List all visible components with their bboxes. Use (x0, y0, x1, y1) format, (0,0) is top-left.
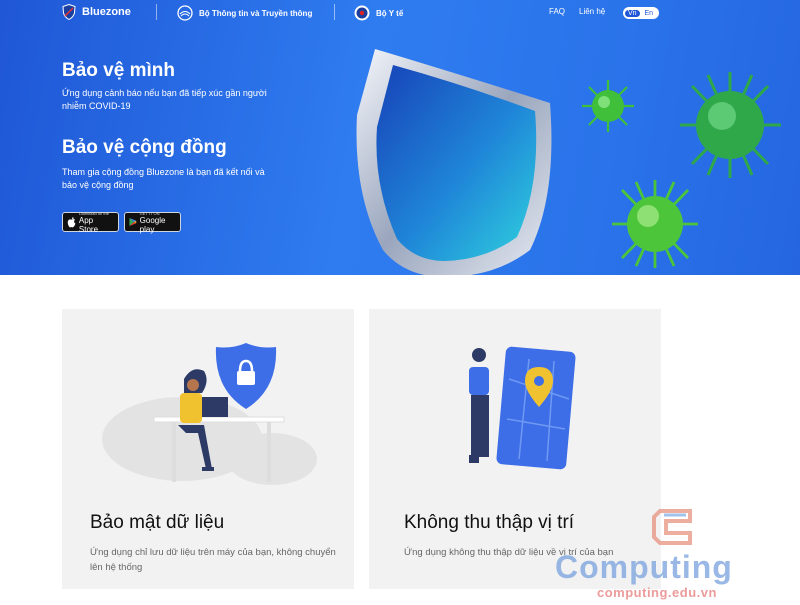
virus-illustration (612, 180, 698, 268)
page: Bluezone Bộ Thông tin và Truyền thông Bộ (0, 0, 800, 605)
data-security-illustration (102, 343, 317, 485)
app-store-small-text: Download on the (78, 210, 109, 216)
feature-title: Bảo mật dữ liệu (90, 512, 225, 533)
google-play-button[interactable]: GET IT ON Google play (124, 211, 181, 234)
brand-name: Bluezone (82, 6, 131, 18)
hero-banner: Bluezone Bộ Thông tin và Truyền thông Bộ (0, 0, 800, 275)
virus-illustration (680, 72, 781, 178)
org-name-ministry-health: Bộ Y tế (376, 8, 404, 18)
app-store-label: App Store (78, 215, 99, 234)
language-toggle[interactable]: Vn En (623, 7, 659, 19)
org-name-ministry-ict: Bộ Thông tin và Truyền thông (199, 8, 313, 18)
bluezone-shield-icon (62, 4, 76, 20)
feature-card-data-security: Bảo mật dữ liệu Ứng dụng chỉ lưu dữ liệu… (62, 309, 354, 589)
watermark-url: computing.edu.vn (597, 585, 717, 600)
org-link-ministry-health[interactable]: Bộ Y tế (354, 5, 403, 21)
org-link-ministry-ict[interactable]: Bộ Thông tin và Truyền thông (177, 5, 312, 21)
hero-desc-protect-self: Ứng dụng cảnh báo nếu bạn đã tiếp xúc gầ… (62, 88, 267, 111)
virus-illustration (582, 80, 634, 132)
watermark-title: Computing (555, 549, 733, 585)
computing-watermark: Computing computing.edu.vn (555, 505, 800, 605)
top-nav: Bluezone Bộ Thông tin và Truyền thông Bộ (0, 0, 800, 26)
app-store-text: Download on the App Store (79, 211, 114, 234)
google-play-text: GET IT ON Google play (140, 211, 176, 234)
no-location-illustration (469, 346, 576, 470)
feature-description: Ứng dụng chỉ lưu dữ liệu trên máy của bạ… (90, 547, 336, 573)
brand-logo-link[interactable]: Bluezone (62, 4, 131, 20)
feature-title: Không thu thập vị trí (404, 512, 575, 533)
hero-shield-illustration (356, 49, 552, 275)
nav-divider (156, 4, 157, 20)
hero-title-protect-self: Bảo vệ mình (62, 60, 175, 81)
apple-icon (67, 216, 76, 227)
contact-link[interactable]: Liên hệ (579, 7, 605, 16)
hero-desc-protect-community: Tham gia cộng đồng Bluezone là bạn đã kế… (62, 167, 265, 190)
faq-link[interactable]: FAQ (549, 7, 565, 16)
ministry-health-emblem-icon (354, 5, 370, 21)
google-play-icon (129, 218, 137, 226)
computing-logo-icon (652, 509, 692, 545)
nav-divider (334, 4, 335, 20)
google-play-label: Google play (139, 215, 166, 234)
hero-title-protect-community: Bảo vệ cộng đồng (62, 137, 227, 158)
lang-option-vn[interactable]: Vn (625, 9, 640, 17)
app-store-button[interactable]: Download on the App Store (62, 211, 119, 234)
lang-option-en[interactable]: En (640, 10, 657, 17)
ministry-ict-emblem-icon (177, 5, 193, 21)
